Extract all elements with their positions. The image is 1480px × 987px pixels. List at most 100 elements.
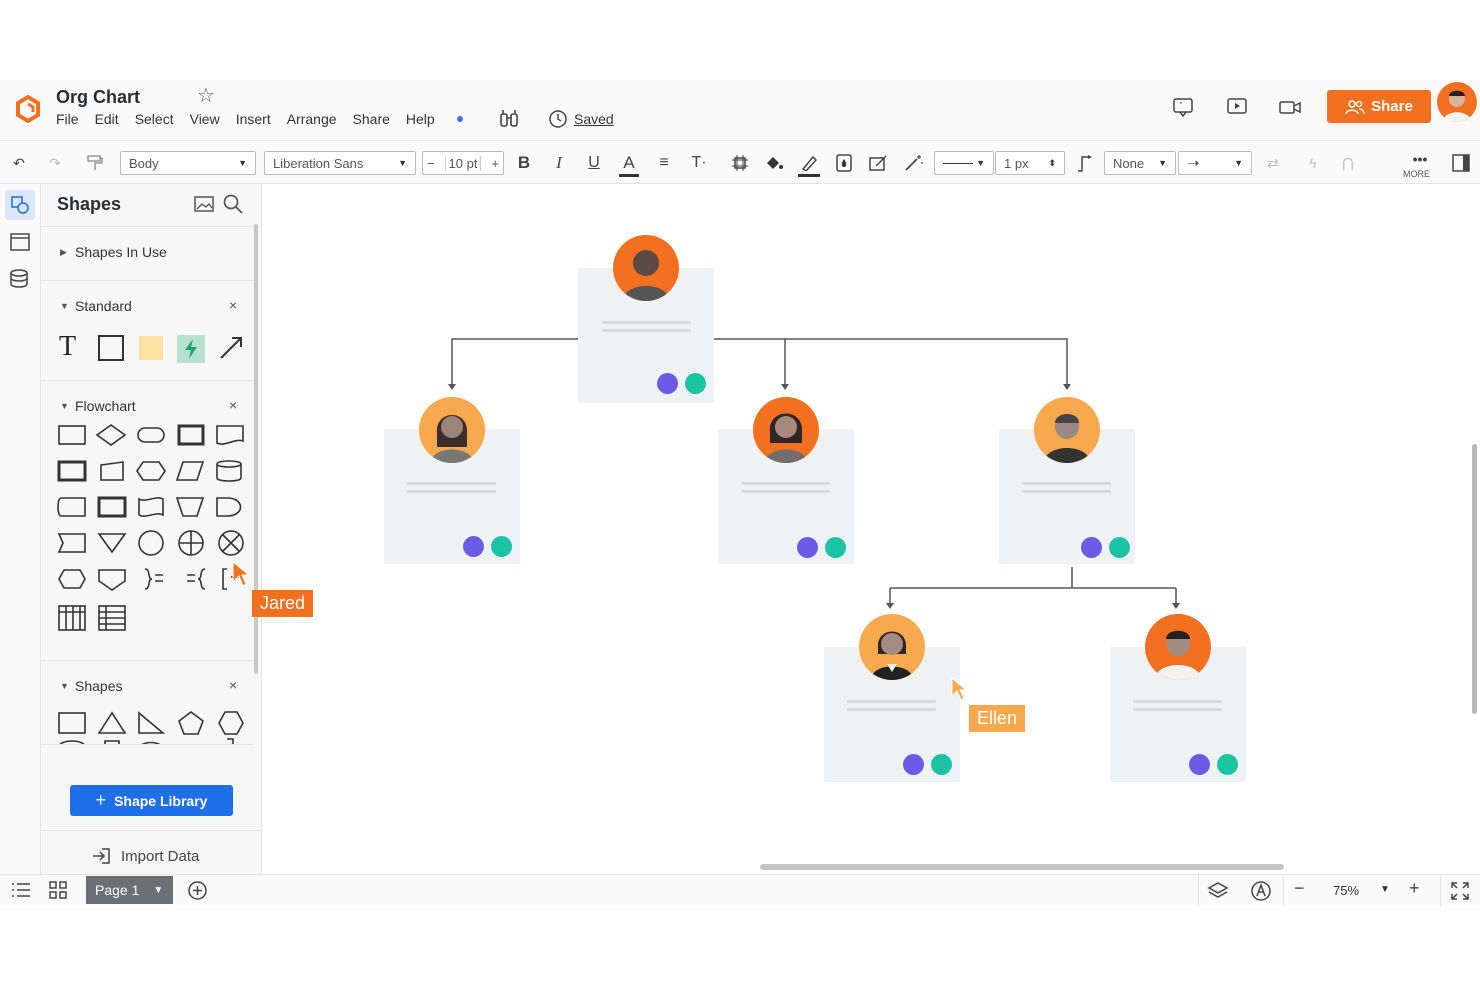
- decrease-icon[interactable]: −: [427, 156, 435, 171]
- add-page-icon[interactable]: [187, 880, 208, 901]
- swap-icon[interactable]: ⇄: [1262, 151, 1284, 175]
- text-color-icon[interactable]: A: [619, 151, 639, 177]
- phone-icon[interactable]: [903, 754, 924, 775]
- section-label[interactable]: Shapes: [75, 678, 122, 694]
- phone-icon[interactable]: [463, 536, 484, 557]
- search-icon[interactable]: [222, 193, 244, 215]
- effects-icon[interactable]: [867, 151, 889, 175]
- more-label[interactable]: MORE: [1403, 169, 1430, 179]
- text-options-icon[interactable]: T·: [688, 151, 710, 175]
- more-icon[interactable]: •••: [1408, 147, 1432, 171]
- shape-options-icon[interactable]: [729, 151, 751, 175]
- close-icon[interactable]: ×: [229, 677, 237, 693]
- profile-icon[interactable]: [931, 754, 952, 775]
- font-select[interactable]: Liberation Sans ▼: [264, 151, 416, 175]
- redo-icon[interactable]: ↷: [44, 151, 66, 175]
- page-icon[interactable]: [9, 232, 31, 252]
- caret-down-icon[interactable]: ▼: [60, 401, 69, 411]
- user-avatar[interactable]: [1437, 82, 1477, 122]
- font-size-value[interactable]: 10 pt: [444, 155, 482, 171]
- text-style-select[interactable]: Body ▼: [120, 151, 256, 175]
- phone-icon[interactable]: [657, 373, 678, 394]
- image-icon[interactable]: [193, 194, 215, 214]
- profile-icon[interactable]: [685, 373, 706, 394]
- undo-icon[interactable]: ↶: [8, 151, 30, 175]
- profile-icon[interactable]: [825, 537, 846, 558]
- action-shape[interactable]: [177, 335, 205, 363]
- phone-icon[interactable]: [1189, 754, 1210, 775]
- line-width-stepper[interactable]: 1 px ⬍: [995, 151, 1065, 175]
- basic-shapes-grid[interactable]: [55, 711, 245, 744]
- layers-icon[interactable]: [1207, 880, 1229, 902]
- close-icon[interactable]: ×: [229, 297, 237, 313]
- find-icon[interactable]: [498, 108, 520, 130]
- grid-icon[interactable]: [48, 880, 68, 900]
- increase-icon[interactable]: +: [491, 156, 499, 171]
- list-icon[interactable]: [10, 881, 32, 899]
- comment-icon[interactable]: ": [1171, 96, 1195, 118]
- flowchart-shapes-grid[interactable]: [55, 421, 245, 651]
- section-label[interactable]: Standard: [75, 298, 132, 314]
- document-title[interactable]: Org Chart: [56, 87, 140, 108]
- zoom-in-icon[interactable]: +: [1409, 878, 1420, 899]
- line-end-select[interactable]: ➝ ▼: [1178, 151, 1252, 175]
- panel-toggle-icon[interactable]: [1450, 151, 1472, 175]
- magic-wand-icon[interactable]: [903, 151, 925, 175]
- profile-icon[interactable]: [1217, 754, 1238, 775]
- diagram-canvas[interactable]: Ellen: [262, 184, 1480, 874]
- zoom-level[interactable]: 75%: [1333, 883, 1359, 898]
- caret-down-icon[interactable]: ▼: [60, 301, 69, 311]
- data-icon[interactable]: [9, 268, 31, 290]
- video-icon[interactable]: [1278, 96, 1302, 118]
- menu-insert[interactable]: Insert: [236, 111, 271, 127]
- underline-icon[interactable]: U: [584, 151, 604, 175]
- menu-arrange[interactable]: Arrange: [287, 111, 337, 127]
- italic-icon[interactable]: I: [549, 151, 569, 175]
- menu-help[interactable]: Help: [406, 111, 463, 127]
- format-painter-icon[interactable]: [84, 151, 106, 175]
- page-tab[interactable]: Page 1 ▼: [86, 876, 173, 904]
- phone-icon[interactable]: [797, 537, 818, 558]
- share-button[interactable]: Share: [1327, 90, 1431, 123]
- lock-icon[interactable]: ⋂: [1337, 151, 1359, 175]
- profile-icon[interactable]: [1109, 537, 1130, 558]
- section-shapes-in-use[interactable]: ▶ Shapes In Use: [41, 226, 254, 280]
- import-data-button[interactable]: Import Data: [91, 847, 199, 865]
- line-start-select[interactable]: None ▼: [1104, 151, 1176, 175]
- save-status[interactable]: Saved: [548, 109, 614, 129]
- present-icon[interactable]: [1225, 96, 1249, 118]
- sticky-note-shape[interactable]: [139, 336, 163, 360]
- star-icon[interactable]: ☆: [197, 83, 215, 108]
- text-shape[interactable]: T: [59, 333, 76, 361]
- close-icon[interactable]: ×: [229, 397, 237, 413]
- bold-icon[interactable]: B: [514, 151, 534, 175]
- zoom-out-icon[interactable]: −: [1294, 878, 1305, 899]
- font-size-stepper[interactable]: − 10 pt +: [422, 151, 504, 175]
- menu-share[interactable]: Share: [353, 111, 390, 127]
- align-icon[interactable]: ≡: [654, 151, 674, 175]
- vertical-scrollbar[interactable]: [1472, 444, 1477, 714]
- fullscreen-icon[interactable]: [1450, 881, 1470, 901]
- accessibility-icon[interactable]: [1250, 880, 1272, 902]
- fill-color-icon[interactable]: [763, 151, 785, 175]
- profile-icon[interactable]: [491, 536, 512, 557]
- line-shape-icon[interactable]: [1074, 151, 1096, 175]
- section-label[interactable]: Flowchart: [75, 398, 136, 414]
- shapes-panel-icon[interactable]: [5, 190, 35, 220]
- lucid-logo[interactable]: [14, 95, 42, 123]
- chevron-down-icon[interactable]: ▼: [153, 885, 163, 896]
- line-shape[interactable]: [218, 335, 244, 361]
- menu-edit[interactable]: Edit: [95, 111, 119, 127]
- lightning-icon[interactable]: ϟ: [1302, 151, 1324, 175]
- line-color-icon[interactable]: [798, 151, 820, 177]
- caret-down-icon[interactable]: ▼: [60, 681, 69, 691]
- line-style-select[interactable]: ▼: [934, 151, 994, 175]
- rectangle-shape[interactable]: [98, 335, 124, 361]
- menu-file[interactable]: File: [56, 111, 79, 127]
- chevron-down-icon[interactable]: ▼: [1380, 884, 1390, 895]
- shape-library-button[interactable]: + Shape Library: [70, 785, 233, 816]
- phone-icon[interactable]: [1081, 537, 1102, 558]
- horizontal-scrollbar[interactable]: [760, 864, 1284, 870]
- opacity-icon[interactable]: [834, 151, 854, 175]
- menu-select[interactable]: Select: [135, 111, 174, 127]
